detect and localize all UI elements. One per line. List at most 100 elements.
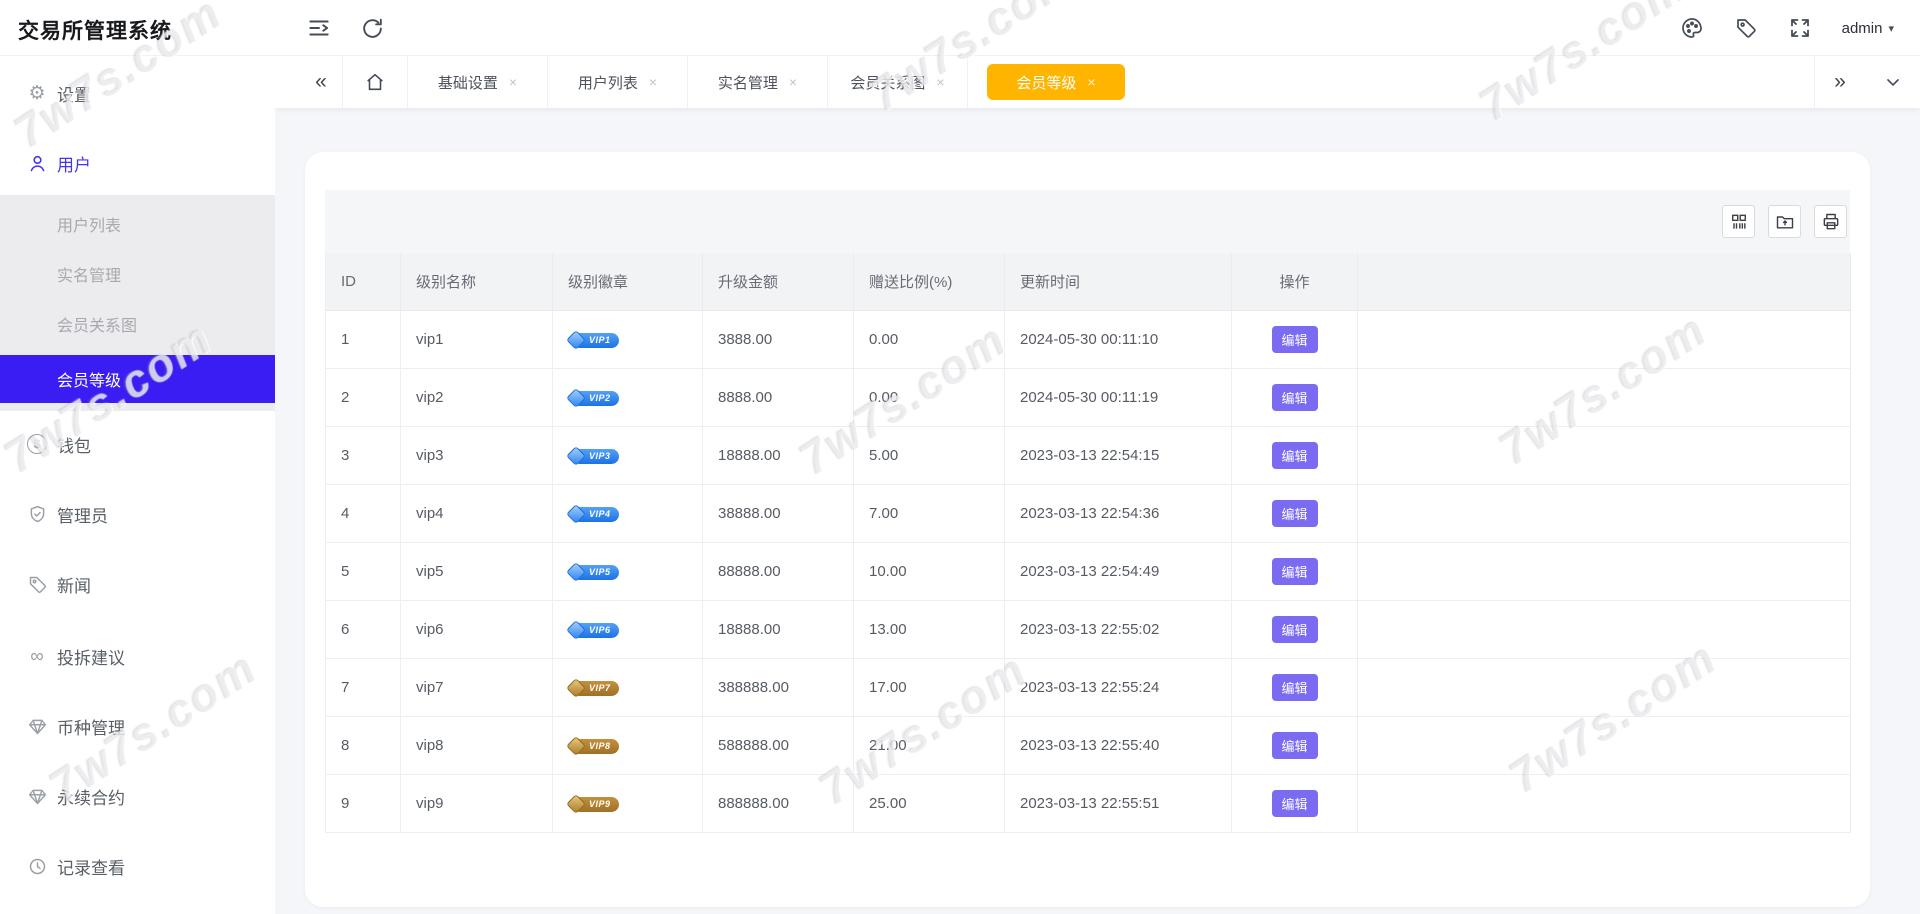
sidebar-item-realname[interactable]: 实名管理: [0, 252, 275, 296]
scroll-tabs-right-button[interactable]: »: [1815, 56, 1865, 108]
cell-empty: [1357, 542, 1851, 601]
cell-ratio: 13.00: [853, 600, 1005, 659]
cell-empty: [1357, 368, 1851, 427]
chevron-down-icon: [1883, 72, 1903, 92]
sidebar-item-label: 钱包: [57, 436, 91, 456]
tab-bar: « 基础设置 × 用户列表 × 实名管理 × 会员关系图 × 会员等级 × »: [275, 56, 1920, 108]
cell-id: 1: [325, 310, 401, 369]
cell-updated: 2024-05-30 00:11:19: [1004, 368, 1232, 427]
tab-label: 基础设置: [437, 74, 498, 92]
gem-icon: [566, 793, 586, 814]
sidebar-item-news[interactable]: 新闻: [0, 560, 275, 608]
sidebar-item-wallet[interactable]: $ 钱包: [0, 420, 275, 468]
cell-ratio: 10.00: [853, 542, 1005, 601]
sidebar-item-users[interactable]: 用户: [0, 139, 275, 187]
fullscreen-icon: [1788, 16, 1812, 40]
close-icon[interactable]: ×: [649, 75, 657, 89]
sidebar: ⚙ 设置 用户 用户列表 实名管理 会员关系图 会员等级 $ 钱包 管理员 新闻…: [0, 56, 275, 914]
sidebar-item-perpetual[interactable]: 永续合约: [0, 772, 275, 820]
cell-actions: 编辑: [1231, 774, 1358, 833]
submenu-item-label: 会员关系图: [57, 318, 138, 335]
vip-badge-label: VIP4: [589, 509, 611, 520]
diamond-icon: [26, 785, 48, 807]
cell-ratio: 0.00: [853, 310, 1005, 369]
sidebar-item-records[interactable]: 记录查看: [0, 842, 275, 890]
scroll-tabs-left-button[interactable]: «: [300, 56, 343, 108]
close-icon[interactable]: ×: [1087, 75, 1095, 89]
table-row: 8 vip8 VIP8 588888.00 21.00 2023-03-13 22:55:…: [325, 716, 1851, 775]
columns-grid-icon: [1729, 212, 1749, 232]
cell-level-name: vip3: [400, 426, 553, 485]
cell-amount: 18888.00: [702, 600, 854, 659]
username: admin: [1841, 19, 1883, 37]
table-row: 7 vip7 VIP7 388888.00 17.00 2023-03-13 22:55:…: [325, 658, 1851, 717]
sidebar-item-member-graph[interactable]: 会员关系图: [0, 302, 275, 346]
table-row: 5 vip5 VIP5 88888.00 10.00 2023-03-13 22:54:4…: [325, 542, 1851, 601]
edit-button[interactable]: 编辑: [1271, 441, 1318, 469]
vip-badge-label: VIP8: [589, 741, 611, 752]
tab-member-level[interactable]: 会员等级 ×: [987, 64, 1125, 100]
tab-member-graph[interactable]: 会员关系图 ×: [828, 56, 968, 108]
sidebar-item-member-level[interactable]: 会员等级: [0, 355, 275, 403]
collapse-sidebar-button[interactable]: [306, 15, 332, 41]
print-button[interactable]: [1814, 205, 1847, 238]
tags-button[interactable]: [1734, 16, 1758, 40]
cell-badge: VIP9: [552, 774, 703, 833]
user-icon: [26, 152, 48, 174]
table-row: 6 vip6 VIP6 18888.00 13.00 2023-03-13 22:55:0…: [325, 600, 1851, 659]
theme-palette-button[interactable]: [1680, 16, 1704, 40]
vip-badge: VIP1: [566, 329, 619, 350]
close-icon[interactable]: ×: [789, 75, 797, 89]
export-button[interactable]: [1768, 205, 1801, 238]
user-menu[interactable]: admin ▾: [1842, 20, 1894, 37]
tab-label: 会员等级: [1016, 74, 1077, 92]
vip-badge-label: VIP9: [589, 799, 611, 810]
cell-updated: 2023-03-13 22:54:36: [1004, 484, 1232, 543]
tab-basic-settings[interactable]: 基础设置 ×: [408, 56, 548, 108]
member-level-table: ID 级别名称 级别徽章 升级金额 赠送比例(%) 更新时间 操作 1 vip1 V…: [325, 253, 1851, 833]
cell-actions: 编辑: [1231, 716, 1358, 775]
sidebar-item-settings[interactable]: ⚙ 设置: [0, 69, 275, 117]
sidebar-item-feedback[interactable]: ∞ 投拆建议: [0, 632, 275, 680]
vip-badge: VIP5: [566, 561, 619, 582]
table-row: 4 vip4 VIP4 38888.00 7.00 2023-03-13 22:54:36…: [325, 484, 1851, 543]
refresh-button[interactable]: [360, 15, 386, 41]
home-tab-button[interactable]: [343, 56, 408, 108]
tag-icon: [26, 573, 48, 595]
cell-amount: 888888.00: [702, 774, 854, 833]
edit-button[interactable]: 编辑: [1271, 499, 1318, 527]
close-icon[interactable]: ×: [936, 75, 944, 89]
edit-button[interactable]: 编辑: [1271, 557, 1318, 585]
edit-button[interactable]: 编辑: [1271, 673, 1318, 701]
cell-updated: 2023-03-13 22:54:49: [1004, 542, 1232, 601]
edit-button[interactable]: 编辑: [1271, 789, 1318, 817]
submenu-item-label: 会员等级: [57, 373, 122, 390]
col-id: ID: [325, 253, 401, 311]
cell-id: 4: [325, 484, 401, 543]
close-icon[interactable]: ×: [509, 75, 517, 89]
tab-user-list[interactable]: 用户列表 ×: [548, 56, 688, 108]
edit-button[interactable]: 编辑: [1271, 325, 1318, 353]
sidebar-item-admins[interactable]: 管理员: [0, 490, 275, 538]
cell-actions: 编辑: [1231, 542, 1358, 601]
vip-badge-label: VIP2: [589, 393, 611, 404]
cell-updated: 2023-03-13 22:55:51: [1004, 774, 1232, 833]
tab-options-dropdown[interactable]: [1865, 56, 1920, 108]
sidebar-item-user-list[interactable]: 用户列表: [0, 202, 275, 246]
table-row: 9 vip9 VIP9 888888.00 25.00 2023-03-13 22:55:…: [325, 774, 1851, 833]
cell-level-name: vip2: [400, 368, 553, 427]
edit-button[interactable]: 编辑: [1271, 615, 1318, 643]
edit-button[interactable]: 编辑: [1271, 383, 1318, 411]
gem-icon: [566, 503, 586, 524]
fullscreen-button[interactable]: [1788, 16, 1812, 40]
member-level-card: ID 级别名称 级别徽章 升级金额 赠送比例(%) 更新时间 操作 1 vip1 V…: [305, 152, 1870, 907]
tab-realname[interactable]: 实名管理 ×: [688, 56, 828, 108]
cell-badge: VIP2: [552, 368, 703, 427]
col-level-name: 级别名称: [400, 253, 553, 311]
cell-level-name: vip1: [400, 310, 553, 369]
cell-badge: VIP4: [552, 484, 703, 543]
tab-label: 用户列表: [577, 74, 638, 92]
column-settings-button[interactable]: [1722, 205, 1755, 238]
edit-button[interactable]: 编辑: [1271, 731, 1318, 759]
sidebar-item-coins[interactable]: 币种管理: [0, 702, 275, 750]
